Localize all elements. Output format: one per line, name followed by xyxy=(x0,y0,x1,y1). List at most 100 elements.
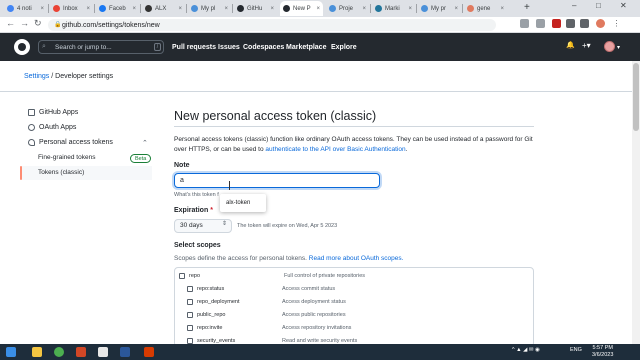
expiration-label: Expiration * xyxy=(174,207,213,214)
puzzle-icon[interactable] xyxy=(580,19,589,28)
browser-tab[interactable]: Proje × xyxy=(326,1,369,16)
extension-icon[interactable] xyxy=(566,19,575,28)
close-tab-icon[interactable]: × xyxy=(224,6,228,12)
scope-description: Access deployment status xyxy=(282,299,346,305)
search-icon: ⌕ xyxy=(42,43,46,50)
bookmark-star-icon[interactable] xyxy=(536,19,545,28)
browser-tab[interactable]: gene × xyxy=(464,1,507,16)
tab-label: New P xyxy=(293,5,311,12)
extension-icon[interactable] xyxy=(552,19,561,28)
browser-tab[interactable]: ALX × xyxy=(142,1,185,16)
back-button[interactable]: ← xyxy=(6,18,15,28)
close-tab-icon[interactable]: × xyxy=(40,6,44,12)
close-window-button[interactable]: ✕ xyxy=(620,1,627,10)
scope-checkbox[interactable] xyxy=(187,286,193,292)
oauth-scopes-link[interactable]: Read more about OAuth scopes. xyxy=(309,255,404,262)
app-icon[interactable] xyxy=(98,347,108,357)
breadcrumb-developer-settings[interactable]: Developer settings xyxy=(55,73,113,80)
close-tab-icon[interactable]: × xyxy=(86,6,90,12)
app-icon[interactable] xyxy=(144,347,154,357)
tab-separator xyxy=(232,4,233,13)
close-tab-icon[interactable]: × xyxy=(270,6,274,12)
tab-favicon-icon xyxy=(99,5,106,12)
bell-icon[interactable]: 🔔 xyxy=(566,41,575,49)
nav-codespaces[interactable]: Codespaces xyxy=(243,44,284,51)
nav-issues[interactable]: Issues xyxy=(218,44,240,51)
browser-tab[interactable]: GitHu × xyxy=(234,1,277,16)
browser-tab[interactable]: New P × xyxy=(280,1,323,16)
key-icon xyxy=(28,139,35,146)
powerpoint-icon[interactable] xyxy=(76,347,86,357)
maximize-button[interactable]: □ xyxy=(596,1,601,10)
menu-kebab-icon[interactable]: ⋮ xyxy=(612,19,621,28)
taskbar xyxy=(0,344,640,360)
note-input[interactable] xyxy=(172,171,382,190)
close-tab-icon[interactable]: × xyxy=(454,6,458,12)
language-indicator[interactable]: ENG xyxy=(570,347,582,353)
scope-checkbox[interactable] xyxy=(187,312,193,318)
basic-auth-link[interactable]: authenticate to the API over Basic Authe… xyxy=(265,146,405,153)
chevron-down-icon[interactable]: ▾ xyxy=(617,44,620,51)
scope-checkbox[interactable] xyxy=(187,299,193,305)
scope-name: repo:invite xyxy=(197,325,223,331)
breadcrumb-settings[interactable]: Settings xyxy=(24,73,49,80)
tray-icons[interactable]: ^ ▲ ◢ ✉ ◉ xyxy=(512,347,540,353)
nav-pull-requests[interactable]: Pull requests xyxy=(172,44,216,51)
note-hint: What's this token f xyxy=(174,192,219,198)
scope-description: Full control of private repositories xyxy=(284,273,366,279)
minimize-button[interactable]: – xyxy=(572,1,576,10)
word-icon[interactable] xyxy=(120,347,130,357)
autocomplete-suggestion[interactable]: alx-token xyxy=(220,194,266,212)
nav-marketplace[interactable]: Marketplace xyxy=(286,44,326,51)
forward-button[interactable]: → xyxy=(20,18,29,28)
clock[interactable]: 5:57 PM 3/6/2023 xyxy=(592,345,613,359)
tab-label: Faceb xyxy=(109,5,126,12)
nav-explore[interactable]: Explore xyxy=(331,44,357,51)
search-input[interactable]: Search or jump to... xyxy=(38,40,164,54)
lock-icon[interactable]: 🔒 xyxy=(54,21,61,28)
reload-button[interactable]: ↻ xyxy=(34,18,42,29)
browser-tab[interactable]: My pl × xyxy=(188,1,231,16)
browser-tab[interactable]: Marki × xyxy=(372,1,415,16)
profile-avatar[interactable] xyxy=(596,19,605,28)
tab-separator xyxy=(140,4,141,13)
close-tab-icon[interactable]: × xyxy=(132,6,136,12)
chevron-up-icon[interactable]: ⌃ xyxy=(142,139,148,147)
tab-label: Inbox xyxy=(63,5,78,12)
browser-tab[interactable]: Inbox × xyxy=(50,1,93,16)
file-explorer-icon[interactable] xyxy=(32,347,42,357)
sidebar-item-oauth-apps[interactable]: OAuth Apps xyxy=(28,124,76,131)
intro-end: . xyxy=(405,146,408,153)
scope-name: public_repo xyxy=(197,312,226,318)
sidebar-item-tokens-classic[interactable]: Tokens (classic) xyxy=(38,169,84,176)
scope-checkbox[interactable] xyxy=(179,273,185,279)
github-logo-icon[interactable] xyxy=(14,39,30,55)
tab-label: 4 noti xyxy=(17,5,32,12)
close-tab-icon[interactable]: × xyxy=(500,6,504,12)
sidebar-item-personal-access-tokens[interactable]: Personal access tokens xyxy=(28,139,113,146)
close-tab-icon[interactable]: × xyxy=(316,6,320,12)
tab-separator xyxy=(186,4,187,13)
new-tab-button[interactable]: + xyxy=(524,2,530,13)
avatar[interactable] xyxy=(604,41,615,52)
create-new-icon[interactable]: +▾ xyxy=(582,41,591,50)
scope-checkbox[interactable] xyxy=(187,325,193,331)
tab-favicon-icon xyxy=(237,5,244,12)
sidebar-item-fine-grained-tokens[interactable]: Fine-grained tokens xyxy=(38,154,95,161)
close-tab-icon[interactable]: × xyxy=(408,6,412,12)
sidebar-item-github-apps[interactable]: GitHub Apps xyxy=(28,109,78,116)
scope-row: repo Full control of private repositories xyxy=(175,272,533,284)
share-icon[interactable] xyxy=(520,19,529,28)
browser-tab[interactable]: 4 noti × xyxy=(4,1,47,16)
start-icon[interactable] xyxy=(6,347,16,357)
scrollbar-thumb[interactable] xyxy=(633,63,639,131)
page-title: New personal access token (classic) xyxy=(174,109,377,123)
browser-tab[interactable]: My pr × xyxy=(418,1,461,16)
address-bar[interactable]: github.com/settings/tokens/new xyxy=(48,19,496,31)
browser-tab[interactable]: Faceb × xyxy=(96,1,139,16)
tab-favicon-icon xyxy=(421,5,428,12)
close-tab-icon[interactable]: × xyxy=(362,6,366,12)
scope-description: Access repository invitations xyxy=(282,325,352,331)
chrome-icon[interactable] xyxy=(54,347,64,357)
close-tab-icon[interactable]: × xyxy=(178,6,182,12)
